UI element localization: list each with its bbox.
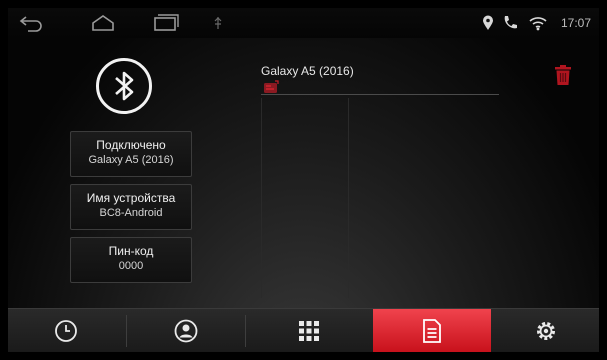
connection-value: Galaxy A5 (2016) [88, 154, 174, 166]
location-icon [482, 15, 494, 36]
clock-time: 17:07 [560, 16, 591, 30]
device-name-box[interactable]: Имя устройства BC8-Android [70, 184, 192, 230]
dialpad-icon [298, 320, 320, 347]
list-divider-right [348, 98, 349, 298]
list-item-underline [261, 94, 499, 95]
nav-recent-calls[interactable] [8, 309, 126, 352]
status-bar: 17:07 [8, 8, 599, 38]
connection-label: Подключено [96, 138, 166, 152]
bluetooth-icon [115, 71, 134, 101]
pin-code-label: Пин-код [108, 244, 154, 258]
pin-code-value: 0000 [118, 260, 144, 272]
device-list-icon [421, 318, 443, 349]
nav-contacts[interactable] [127, 309, 245, 352]
usb-icon [213, 16, 223, 35]
trash-icon[interactable] [553, 64, 573, 91]
recent-apps-icon[interactable] [152, 13, 180, 38]
pin-code-box[interactable]: Пин-код 0000 [70, 237, 192, 283]
home-icon[interactable] [90, 13, 116, 38]
screen: 17:07 Подключено Galaxy A5 (2016) Имя ус… [8, 8, 599, 352]
bottom-nav-bar [8, 308, 599, 352]
nav-device-list[interactable] [373, 309, 491, 352]
wifi-icon [528, 15, 548, 36]
phone-icon [263, 80, 279, 99]
phone-call-icon [502, 15, 518, 36]
gear-icon [534, 319, 558, 348]
connection-status-box: Подключено Galaxy A5 (2016) [70, 131, 192, 177]
contacts-icon [174, 319, 198, 348]
nav-dialpad[interactable] [246, 309, 373, 352]
list-divider-left [261, 98, 262, 298]
nav-settings[interactable] [492, 309, 599, 352]
back-icon[interactable] [18, 13, 44, 38]
paired-device-name: Galaxy A5 (2016) [261, 64, 354, 78]
clock-icon [54, 319, 78, 348]
bluetooth-button[interactable] [96, 58, 152, 114]
device-name-label: Имя устройства [86, 191, 176, 205]
device-name-value: BC8-Android [99, 207, 163, 219]
